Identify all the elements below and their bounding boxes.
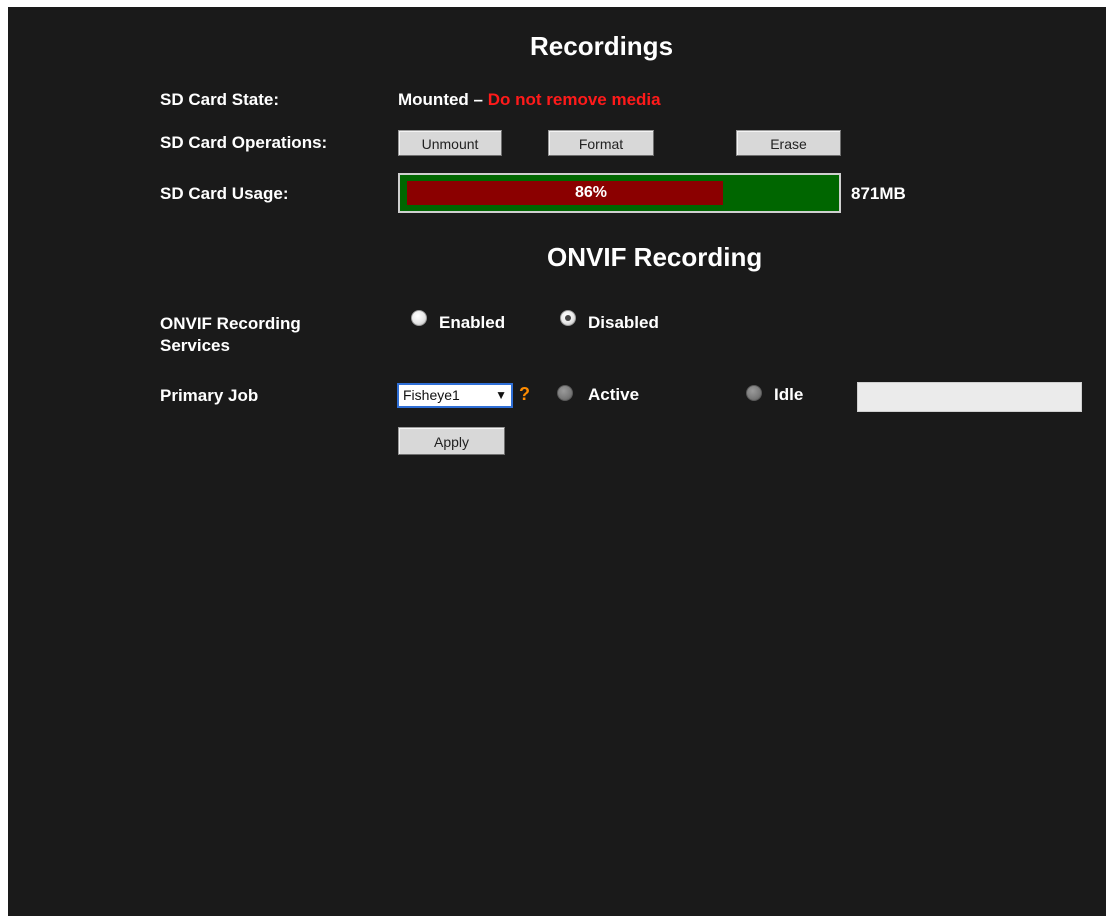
sd-card-usage-percent: 86%	[574, 184, 608, 201]
active-radio-label: Active	[588, 385, 640, 404]
sd-card-usage-label: SD Card Usage:	[160, 184, 289, 203]
erase-button[interactable]: Erase	[736, 130, 841, 156]
recordings-panel: Recordings SD Card State: Mounted – Do n…	[8, 7, 1106, 916]
primary-job-select[interactable]: Fisheye1 ▼	[397, 383, 513, 408]
sd-card-state: Mounted – Do not remove media	[398, 90, 661, 110]
chevron-down-icon: ▼	[495, 388, 507, 402]
sd-card-capacity: 871MB	[851, 184, 906, 203]
question-mark-icon[interactable]: ?	[519, 383, 530, 405]
sd-card-usage-bar: 86%	[398, 173, 841, 213]
format-button[interactable]: Format	[548, 130, 654, 156]
disabled-radio-label: Disabled	[588, 313, 659, 332]
sd-card-state-value: Mounted –	[398, 90, 488, 109]
recordings-title: Recordings	[530, 31, 674, 61]
idle-radio[interactable]	[746, 385, 762, 401]
sd-card-state-label: SD Card State:	[160, 90, 280, 109]
sd-card-warning: Do not remove media	[487, 90, 661, 109]
primary-job-selected-value: Fisheye1	[403, 387, 460, 403]
unmount-button[interactable]: Unmount	[398, 130, 502, 156]
primary-job-label: Primary Job	[160, 386, 259, 405]
onvif-services-label: ONVIF Recording Services	[160, 314, 301, 355]
job-status-field[interactable]	[857, 382, 1082, 412]
idle-radio-label: Idle	[774, 385, 804, 404]
sd-card-operations-label: SD Card Operations:	[160, 133, 328, 152]
enabled-radio-label: Enabled	[439, 313, 506, 332]
active-radio[interactable]	[557, 385, 573, 401]
disabled-radio[interactable]	[560, 310, 576, 326]
enabled-radio[interactable]	[411, 310, 427, 326]
onvif-recording-title: ONVIF Recording	[547, 242, 763, 272]
apply-button[interactable]: Apply	[398, 427, 505, 455]
